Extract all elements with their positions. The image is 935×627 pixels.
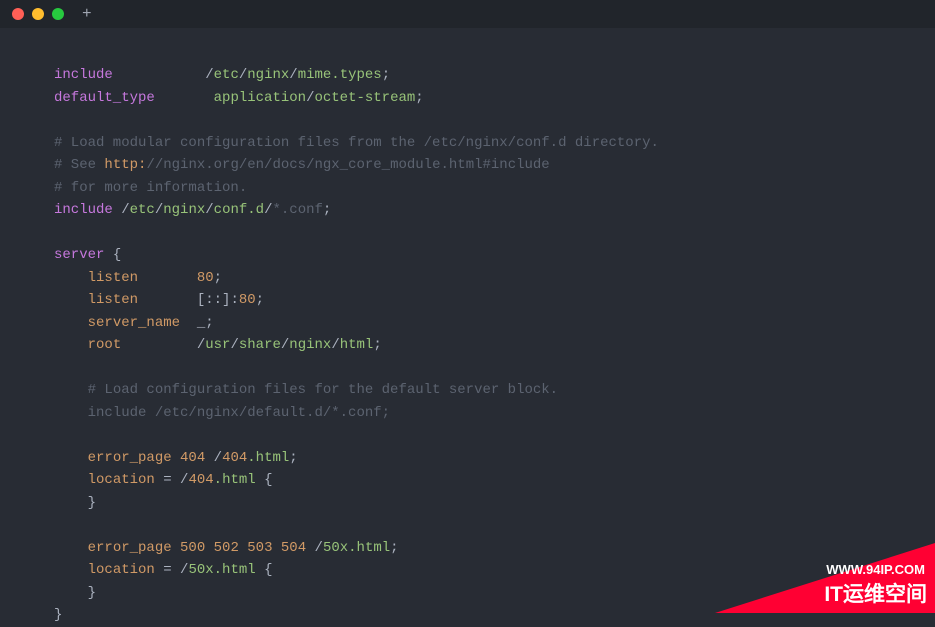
traffic-lights	[12, 8, 64, 20]
close-button[interactable]	[12, 8, 24, 20]
window-titlebar: +	[0, 0, 935, 28]
minimize-button[interactable]	[32, 8, 44, 20]
new-tab-button[interactable]: +	[82, 5, 92, 23]
watermark-text: IT运维空间	[824, 578, 927, 608]
maximize-button[interactable]	[52, 8, 64, 20]
code-editor[interactable]: include /etc/nginx/mime.types; default_t…	[0, 28, 935, 627]
watermark-url: WWW.94IP.COM	[826, 562, 925, 577]
